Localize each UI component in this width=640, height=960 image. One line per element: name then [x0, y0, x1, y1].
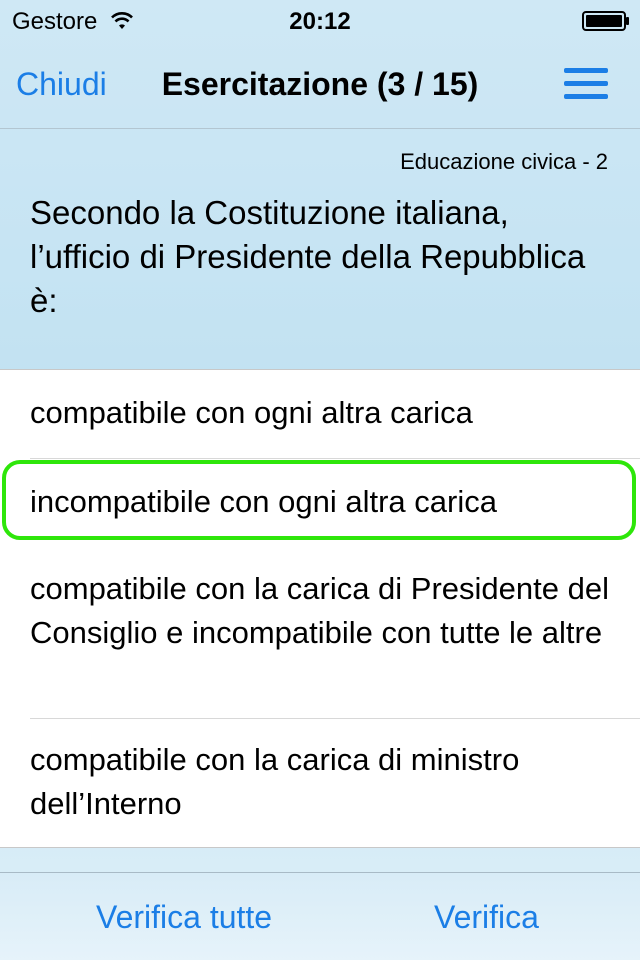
- status-time: 20:12: [289, 8, 351, 35]
- answer-option-3[interactable]: compatibile con la carica di Presidente …: [0, 567, 640, 655]
- answer-option-2[interactable]: incompatibile con ogni altra carica: [0, 480, 640, 524]
- answer-option-4-text: compatibile con la carica di ministro de…: [30, 742, 520, 821]
- answer-option-3-text: compatibile con la carica di Presidente …: [30, 571, 609, 650]
- answer-option-4[interactable]: compatibile con la carica di ministro de…: [0, 738, 640, 826]
- question-text: Secondo la Costituzione italiana, l’uffi…: [30, 194, 586, 319]
- bottom-toolbar: Verifica tutte Verifica: [0, 872, 640, 960]
- hamburger-menu-icon[interactable]: [564, 66, 608, 102]
- answer-option-1[interactable]: compatibile con ogni altra carica: [0, 391, 640, 435]
- answer-list: compatibile con ogni altra carica incomp…: [0, 369, 640, 848]
- battery-full-icon: [582, 10, 630, 31]
- answer-option-2-text: incompatibile con ogni altra carica: [30, 484, 497, 519]
- verify-button[interactable]: Verifica: [434, 899, 539, 936]
- divider: [30, 458, 640, 459]
- page-title: Esercitazione (3 / 15): [161, 66, 479, 102]
- answer-option-1-text: compatibile con ogni altra carica: [30, 395, 473, 430]
- question-category: Educazione civica - 2: [400, 149, 608, 174]
- verify-all-button[interactable]: Verifica tutte: [96, 899, 272, 936]
- navigation-bar: Chiudi Esercitazione (3 / 15): [0, 40, 640, 129]
- question-panel: Educazione civica - 2 Secondo la Costitu…: [0, 129, 640, 369]
- divider: [30, 718, 640, 719]
- status-bar: Gestore 20:12: [0, 0, 640, 40]
